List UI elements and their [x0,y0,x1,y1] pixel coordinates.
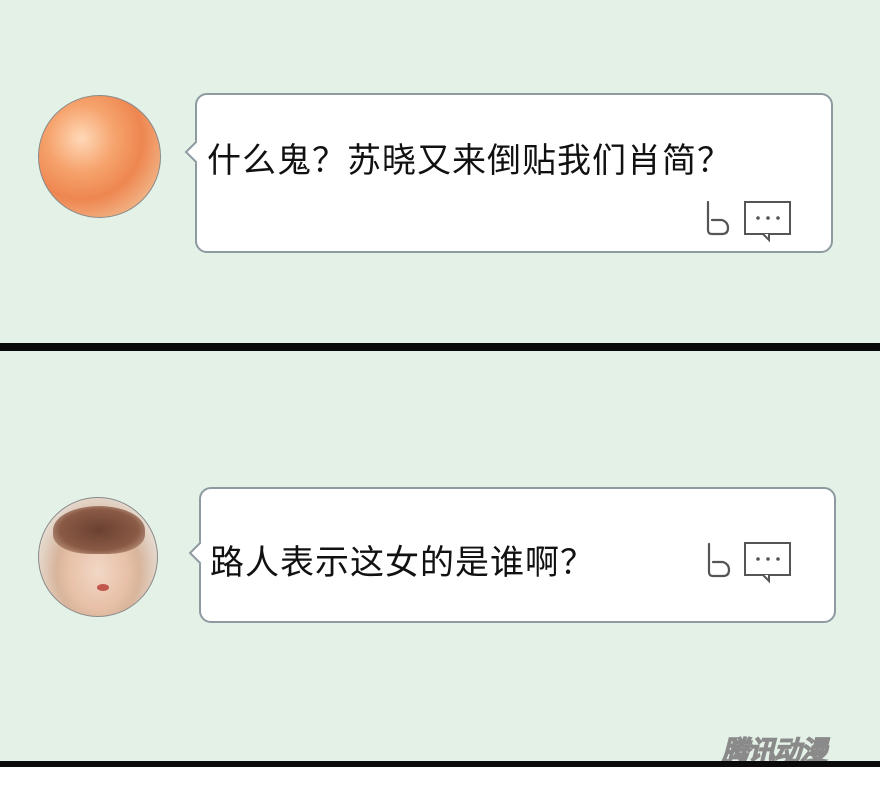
panel-divider [0,343,880,351]
like-icon[interactable] [700,198,732,238]
comment-panel-2: 路人表示这女的是谁啊？ 腾讯动漫 [0,351,880,761]
blurred-orange-avatar-icon[interactable] [38,95,161,218]
blurred-person-avatar-icon[interactable] [38,497,158,617]
panel-divider-bottom [0,761,880,767]
comment-icon[interactable] [743,541,793,583]
comment-text: 路人表示这女的是谁啊？ [210,543,595,583]
comment-icon[interactable] [743,200,793,242]
like-icon[interactable] [701,540,733,580]
watermark-logo: 腾讯动漫 [721,735,827,761]
comment-panel-1: 什么鬼？苏晓又来倒贴我们肖简？ [0,0,880,343]
comment-text: 什么鬼？苏晓又来倒贴我们肖简？ [207,141,732,181]
